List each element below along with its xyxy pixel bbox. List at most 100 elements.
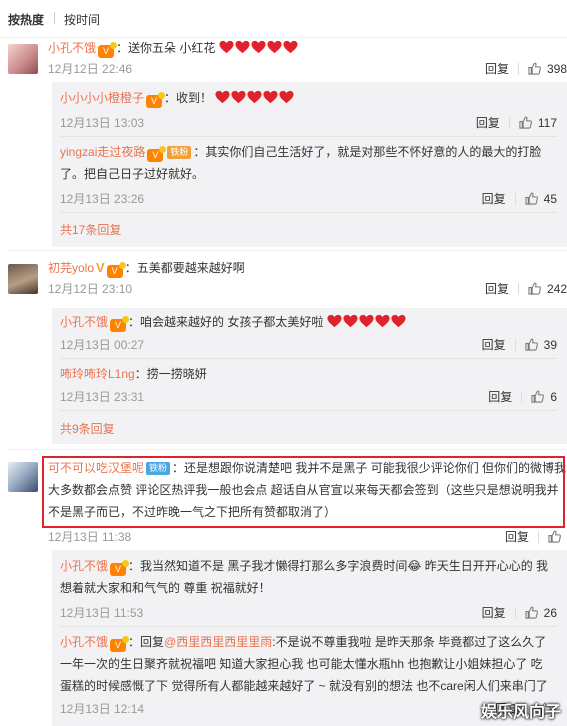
heart-icon bbox=[391, 314, 406, 328]
reply-text-line: yingzai走过夜路 V 铁粉 ：其实你们自己生活好了，就是对那些不怀好意的人的最大… bbox=[60, 142, 559, 162]
heart-icon bbox=[359, 314, 374, 328]
divider bbox=[517, 283, 519, 295]
tab-divider bbox=[54, 12, 55, 24]
reply-text-line: 了。把自己日子过好就好。 bbox=[60, 164, 559, 184]
like-count: 6 bbox=[550, 390, 557, 404]
divider bbox=[508, 117, 510, 129]
heart-icon bbox=[251, 40, 266, 54]
avatar[interactable] bbox=[8, 44, 38, 74]
divider bbox=[521, 391, 523, 403]
reply-username[interactable]: 小小小小橙橙子 bbox=[60, 91, 144, 105]
vip-badge-icon: V bbox=[110, 316, 130, 332]
reply-actions: 回复 39 bbox=[482, 336, 557, 353]
reply-username[interactable]: 小孔不饿 bbox=[60, 635, 108, 649]
fan-badge: 铁粉 bbox=[167, 146, 192, 159]
reply-username[interactable]: yingzai走过夜路 bbox=[60, 145, 145, 159]
reply-text-line: 想着就大家和和气气的 尊重 祝福就好！ bbox=[60, 578, 559, 598]
reply-text: 蛋糕的时候感慨了下 觉得所有人都能越来越好了 ~ 就没有别的想法 也不care闲… bbox=[60, 679, 548, 693]
reply-text-line: 小孔不饿 V ：我当然知道不是 黑子我才懒得打那么多字浪费时间😂 昨天生日开开心心的… bbox=[60, 556, 559, 576]
thumb-up-icon[interactable] bbox=[519, 116, 532, 129]
like-count: 45 bbox=[543, 192, 557, 206]
tab-time[interactable]: 按时间 bbox=[64, 11, 100, 28]
heart-icon bbox=[235, 40, 250, 54]
thumb-up-icon[interactable] bbox=[525, 192, 538, 205]
reply-button[interactable]: 回复 bbox=[485, 62, 509, 76]
comment-text-line: 初芫yolo V V ：五美都要越来越好啊 bbox=[48, 258, 557, 278]
reply-box: 小孔不饿 V ：咱会越来越好的 女孩子都太美好啦 12月13日 00:27 回复 39… bbox=[52, 308, 567, 444]
comment-text: ：五美都要越来越好啊 bbox=[124, 261, 245, 275]
reply-username[interactable]: 小孔不饿 bbox=[60, 315, 108, 329]
heart-icon bbox=[247, 90, 262, 104]
reply-time: 12月13日 23:26 bbox=[60, 192, 145, 206]
comment-username[interactable]: 小孔不饿 bbox=[48, 41, 96, 55]
reply-time: 12月13日 11:53 bbox=[60, 606, 144, 620]
reply-text-line: 蛋糕的时候感慨了下 觉得所有人都能越来越好了 ~ 就没有别的想法 也不care闲… bbox=[60, 676, 559, 696]
like-count: 26 bbox=[543, 606, 557, 620]
thumb-up-icon[interactable] bbox=[525, 338, 538, 351]
reply-button[interactable]: 回复 bbox=[482, 338, 506, 352]
thumb-up-icon[interactable] bbox=[548, 530, 561, 543]
reply-text: 想着就大家和和气气的 尊重 祝福就好！ bbox=[60, 581, 271, 595]
reply-text: 一年一次的生日聚齐就祝福吧 知道大家担心我 也可能太懂水瓶hh 也抱歉让小姐妹担… bbox=[60, 657, 543, 671]
comment-time: 12月12日 23:10 bbox=[48, 282, 133, 296]
heart-icon bbox=[283, 40, 298, 54]
thumb-up-icon[interactable] bbox=[528, 62, 541, 75]
vip-badge-icon: V bbox=[110, 636, 130, 652]
reply-button[interactable]: 回复 bbox=[482, 192, 506, 206]
reply-text-line: 小小小小橙橙子 V ：收到！ bbox=[60, 88, 559, 108]
divider bbox=[60, 212, 557, 213]
reply-text: ：我当然知道不是 黑子我才懒得打那么多字浪费时间 bbox=[128, 559, 408, 573]
reply-username[interactable]: 小孔不饿 bbox=[60, 559, 108, 573]
reply-button[interactable]: 回复 bbox=[485, 282, 509, 296]
divider bbox=[60, 626, 557, 627]
comment-actions: 回复 bbox=[505, 528, 567, 545]
thumb-up-icon[interactable] bbox=[528, 282, 541, 295]
avatar[interactable] bbox=[8, 462, 38, 492]
reply-button[interactable]: 回复 bbox=[482, 606, 506, 620]
divider bbox=[514, 193, 516, 205]
heart-icon bbox=[231, 90, 246, 104]
comment-username[interactable]: 初芫yolo bbox=[48, 261, 94, 275]
avatar[interactable] bbox=[8, 264, 38, 294]
reply-button[interactable]: 回复 bbox=[488, 390, 512, 404]
heart-icon bbox=[279, 90, 294, 104]
more-replies-link[interactable]: 共9条回复 bbox=[60, 420, 115, 437]
reply-text-line: 小孔不饿 V ：回复@西里西里西里里雨:不是说不尊重我啦 是昨天那条 毕竟都过了这么… bbox=[60, 632, 559, 652]
reply-text-line: 咘玲咘玲L1ng：捞一捞晓妍 bbox=[60, 364, 559, 384]
verified-v-icon: V bbox=[96, 260, 105, 275]
reply-text: 昨天生日开开心心的 我 bbox=[421, 559, 549, 573]
reply-actions: 回复 117 bbox=[476, 114, 557, 131]
comment-actions: 回复 398 bbox=[485, 60, 567, 77]
thumb-up-icon[interactable] bbox=[531, 390, 544, 403]
like-count: 39 bbox=[543, 338, 557, 352]
heart-icon bbox=[327, 314, 342, 328]
divider bbox=[514, 339, 516, 351]
reply-text-line: 小孔不饿 V ：咱会越来越好的 女孩子都太美好啦 bbox=[60, 312, 559, 332]
divider bbox=[514, 607, 516, 619]
reply-text: :不是说不尊重我啦 是昨天那条 毕竟都过了这么久了 bbox=[272, 635, 547, 649]
reply-text: ：收到！ bbox=[164, 91, 213, 105]
comment-item: 初芫yolo V V ：五美都要越来越好啊 12月12日 23:10 回复 242 小孔… bbox=[0, 258, 567, 444]
divider bbox=[60, 358, 557, 359]
reply-button[interactable]: 回复 bbox=[476, 116, 500, 130]
heart-icon bbox=[267, 40, 282, 54]
reply-box: 小小小小橙橙子 V ：收到！ 12月13日 13:03 回复 117 yingzai走… bbox=[52, 82, 567, 247]
comment-actions: 回复 242 bbox=[485, 280, 567, 297]
reply-username[interactable]: 咘玲咘玲L1ng bbox=[60, 367, 135, 381]
thumb-up-icon[interactable] bbox=[525, 606, 538, 619]
comment-time: 12月12日 22:46 bbox=[48, 62, 133, 76]
vip-badge-icon: V bbox=[106, 262, 126, 278]
more-replies-link[interactable]: 共17条回复 bbox=[60, 221, 121, 238]
reply-actions: 回复 26 bbox=[482, 604, 557, 621]
highlight-box bbox=[42, 456, 565, 528]
reply-text: ：回复 bbox=[128, 635, 165, 649]
mention-link[interactable]: @西里西里西里里雨 bbox=[164, 635, 272, 649]
heart-icon bbox=[375, 314, 390, 328]
reply-text: ：捞一捞晓妍 bbox=[134, 367, 207, 381]
reply-text: 了。把自己日子过好就好。 bbox=[60, 167, 205, 181]
reply-button[interactable]: 回复 bbox=[505, 530, 529, 544]
tab-hot[interactable]: 按热度 bbox=[8, 11, 44, 28]
sort-tabs: 按热度 按时间 bbox=[0, 0, 567, 38]
reply-text: ：其实你们自己生活好了，就是对那些不怀好意的人的最大的打脸 bbox=[193, 145, 542, 159]
watermark: 娱乐风向子 bbox=[480, 704, 561, 721]
